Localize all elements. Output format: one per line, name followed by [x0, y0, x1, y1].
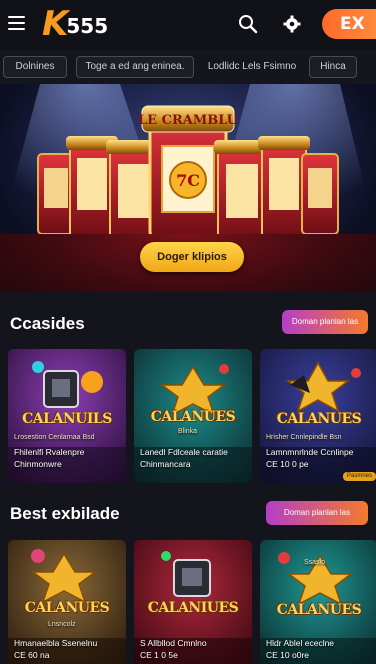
menu-icon[interactable] [8, 16, 25, 30]
card-logo: CALANUILS [22, 411, 112, 427]
top-header: K 555 EX [0, 0, 376, 50]
card-logo: CALANUES [276, 602, 362, 618]
card-subtitle: Lnsncolz [48, 621, 76, 628]
chip-2[interactable]: Toge a ed ang eninea. [76, 56, 194, 78]
game-card[interactable]: CALANUILS Lrosestion Cenlarnaa Bsd Fhile… [8, 349, 126, 483]
hero-sign: LE CRAMBLU [138, 113, 239, 128]
card-logo: CALANUES [24, 600, 110, 616]
card-subtitle: Blinka [178, 428, 198, 435]
card-badge: Pasmnes [342, 472, 376, 481]
chip-3[interactable]: Lodlidc Lels Fsimno [203, 56, 301, 78]
brand-logo[interactable]: K 555 [42, 4, 109, 44]
section-title-1: Ccasides [10, 314, 85, 333]
section-title-2: Best exbilade [10, 504, 120, 523]
card-subtitle: Hrisher Cnnlepindle Bsn [266, 434, 342, 441]
gear-icon[interactable] [282, 14, 302, 34]
casino-app: K 555 EX Dolnines Toge a ed ang eninea. [0, 0, 376, 664]
hero-banner[interactable]: LE CRAMBLU 7C Doger klipios [0, 84, 376, 292]
card-line-2: CE 1 0 5e [140, 650, 178, 660]
card-line-1: S Allbllod Cmnlno [140, 638, 207, 648]
svg-text:7C: 7C [176, 171, 200, 190]
category-chips: Dolnines Toge a ed ang eninea. Lodlidc L… [0, 50, 376, 84]
card-line-2: CE 10 o0re [266, 650, 309, 660]
section-1-more-button[interactable]: Doman planlan las [282, 310, 368, 334]
card-line-2: Chinmonwre [14, 459, 62, 469]
card-subtitle: Ssaslo [304, 559, 326, 566]
card-line-1: Hldr Ablel ececlne [266, 638, 335, 648]
card-line-2: CE 10 0 pe [266, 459, 309, 469]
search-icon[interactable] [238, 14, 258, 34]
game-card[interactable]: CALANUES Ssaslo Hldr Ablel ececlne CE 10… [260, 540, 376, 664]
game-card[interactable]: CALANIUES S Allbllod Cmnlno CE 1 0 5e [134, 540, 252, 664]
card-subtitle: Lrosestion Cenlarnaa Bsd [14, 434, 95, 441]
exchange-button[interactable]: EX [322, 9, 376, 39]
chip-4[interactable]: Hinca [309, 56, 357, 78]
card-logo: CALANUES [276, 411, 362, 427]
card-line-2: CE 60 na [14, 650, 50, 660]
game-card[interactable]: CALANUES Lnsncolz Hmanaelbla Ssenelnu CE… [8, 540, 126, 664]
game-card[interactable]: CALANUES Blinka Lanedl Fdlceale caratie … [134, 349, 252, 483]
card-line-1: Hmanaelbla Ssenelnu [14, 638, 98, 648]
game-card[interactable]: CALANUES Hrisher Cnnlepindle Bsn Lamnmnr… [260, 349, 376, 483]
card-logo: CALANUES [150, 409, 236, 425]
logo-letter: K [42, 4, 69, 44]
logo-number: 555 [66, 14, 109, 38]
section-2-more-button[interactable]: Doman planlan las [266, 501, 368, 525]
chip-1[interactable]: Dolnines [3, 56, 67, 78]
card-line-2: Chinmancara [140, 459, 191, 469]
card-line-1: Lanedl Fdlceale caratie [140, 447, 228, 457]
card-logo: CALANIUES [147, 600, 239, 616]
card-line-1: Lamnmnrlnde Ccnlinpe [266, 447, 354, 457]
hero-cta-button[interactable]: Doger klipios [140, 242, 244, 272]
card-line-1: Fhilenlfi Rvalenpre [14, 447, 85, 457]
